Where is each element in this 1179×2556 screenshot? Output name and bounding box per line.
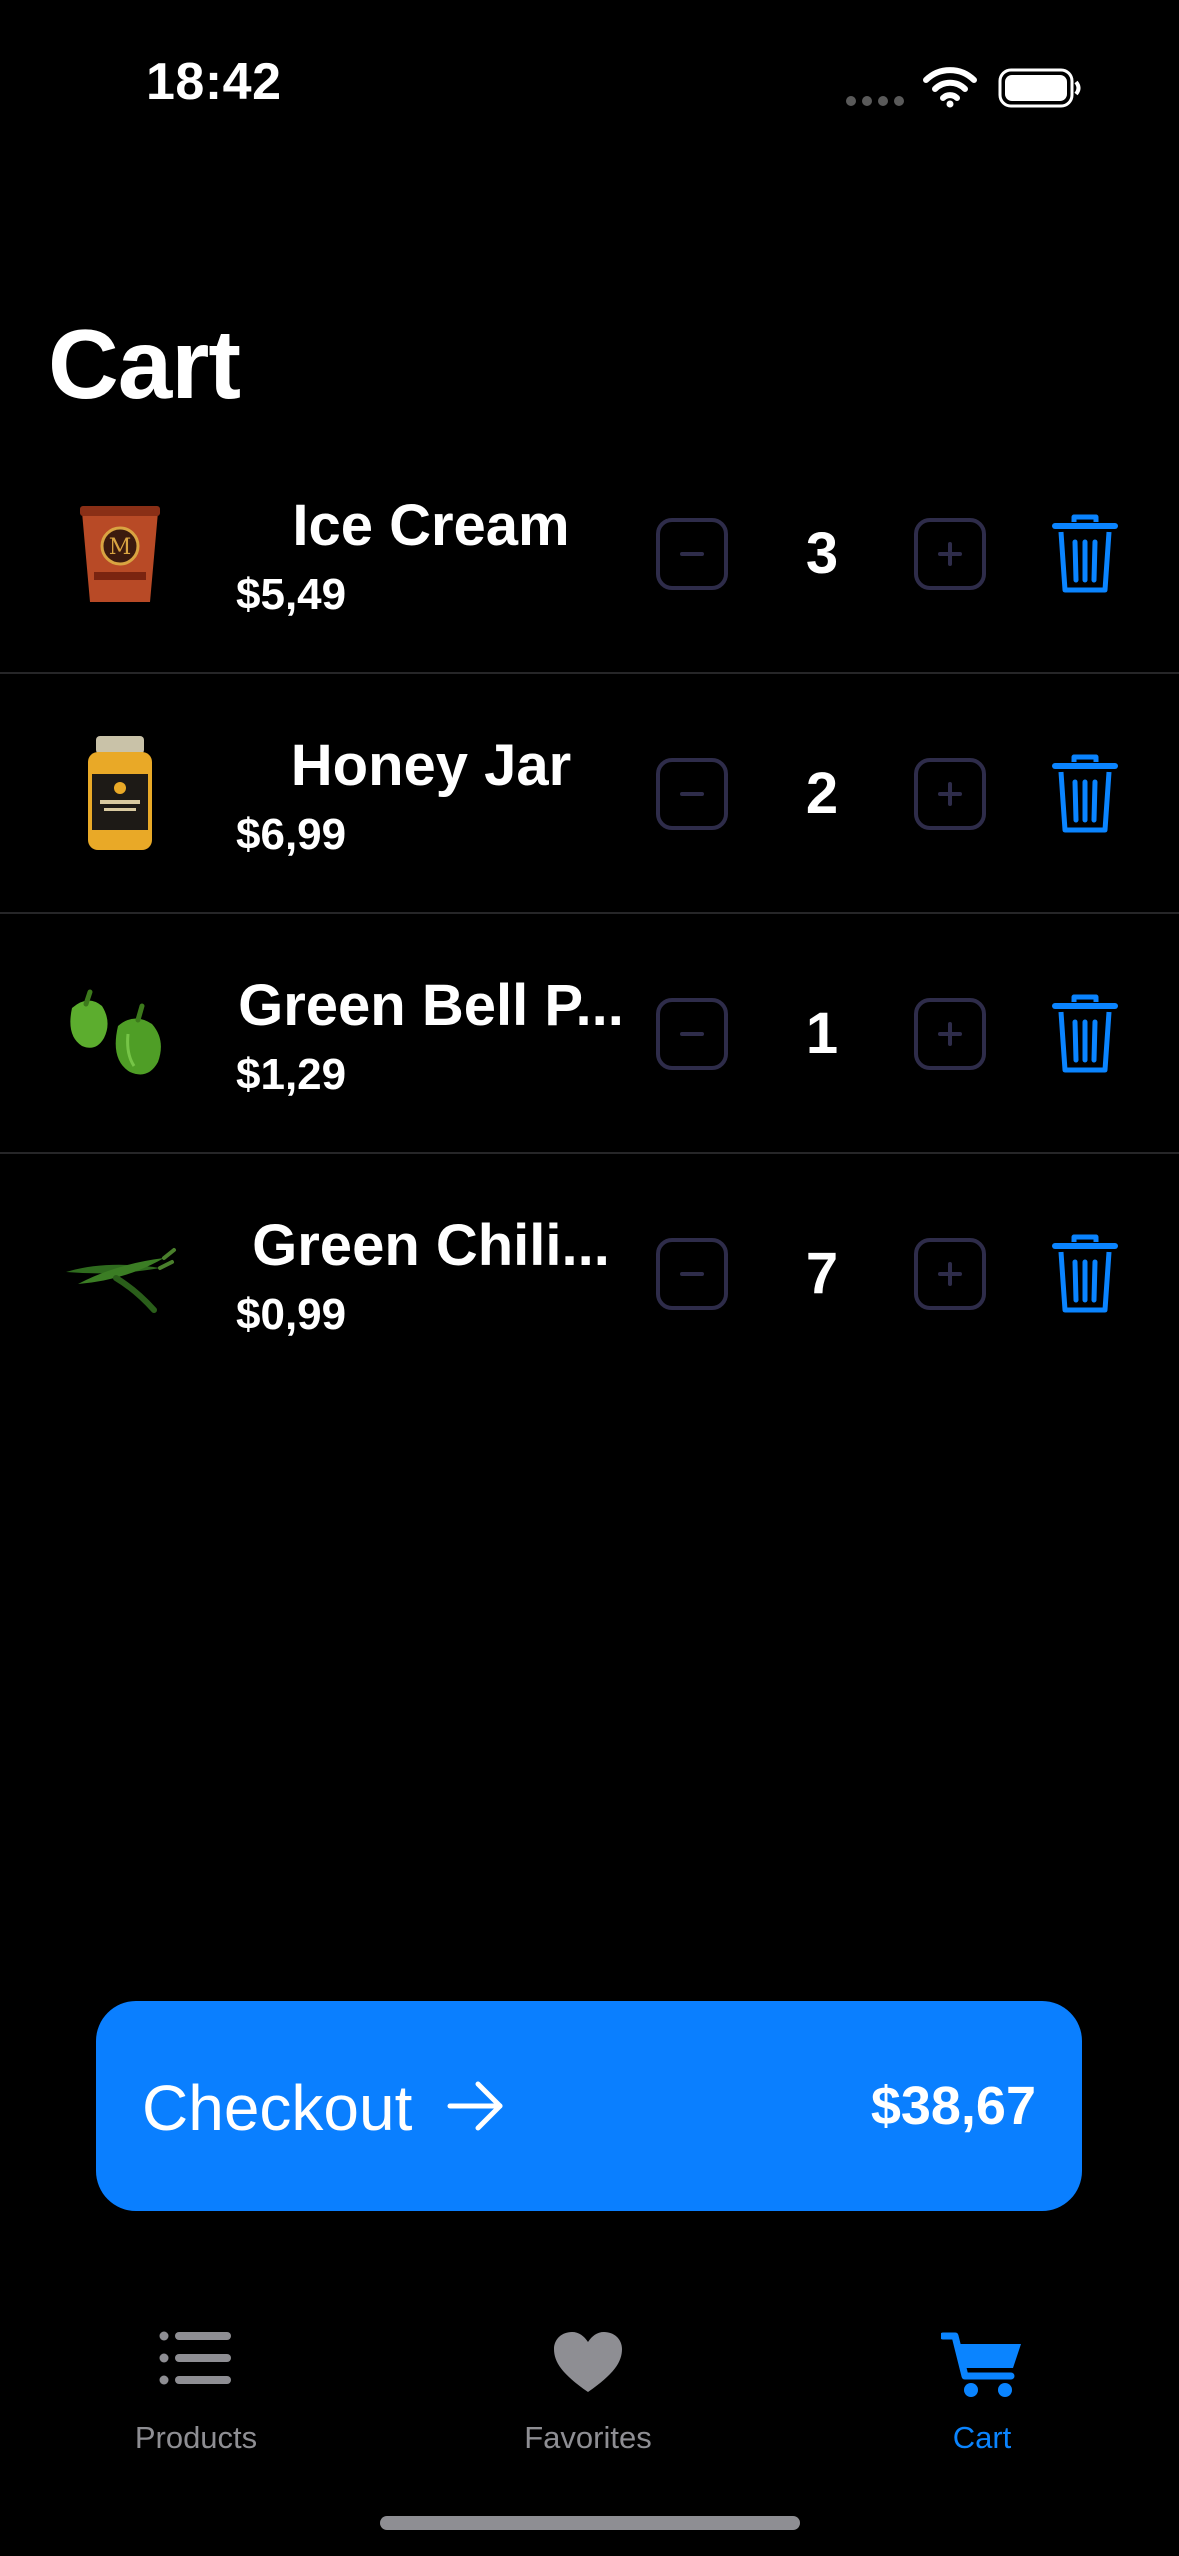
quantity-value: 2 [805,761,839,826]
trash-icon[interactable] [1052,514,1118,594]
decrease-quantity-button[interactable] [656,518,728,590]
increase-quantity-button[interactable] [914,1238,986,1310]
decrease-quantity-button[interactable] [656,998,728,1070]
trash-icon[interactable] [1052,754,1118,834]
list-icon [159,2331,231,2385]
cart-row: Green Bell P... $1,29 1 [0,914,1179,1154]
increase-quantity-button[interactable] [914,518,986,590]
tab-favorites[interactable]: Favorites [438,2320,738,2460]
cart-icon [941,2332,1021,2397]
tab-label: Favorites [524,2420,652,2455]
plus-icon [938,1262,962,1286]
wifi-icon [923,67,977,108]
item-name: Honey Jar [290,733,572,798]
quantity-value: 1 [805,1001,839,1066]
battery-icon [998,68,1081,108]
decrease-quantity-button[interactable] [656,1238,728,1310]
tab-label: Cart [952,2420,1012,2455]
status-time: 18:42 [146,53,282,111]
minus-icon [680,792,704,796]
svg-text:M: M [109,535,132,560]
heart-icon [554,2332,622,2392]
trash-icon[interactable] [1052,994,1118,1074]
quantity-value: 7 [805,1241,839,1306]
plus-icon [938,782,962,806]
minus-icon [680,1032,704,1036]
home-indicator [380,2516,800,2530]
green-bell-pepper-thumbnail [70,989,161,1075]
honey-jar-thumbnail [88,736,152,850]
checkout-total: $38,67 [870,2076,1036,2136]
trash-icon[interactable] [1052,1234,1118,1314]
tab-label: Products [134,2420,258,2455]
ice-cream-thumbnail: M [80,506,160,602]
item-price: $0,99 [236,1290,347,1339]
tab-cart[interactable]: Cart [832,2320,1132,2460]
increase-quantity-button[interactable] [914,758,986,830]
signal-dots-icon [846,96,904,106]
checkout-button[interactable]: Checkout $38,67 [96,2001,1082,2211]
quantity-value: 3 [805,521,839,586]
plus-icon [938,542,962,566]
minus-icon [680,1272,704,1276]
arrow-right-icon [447,2081,503,2131]
plus-icon [938,1022,962,1046]
item-name: Green Chili... [252,1213,610,1278]
item-name: Green Bell P... [238,973,624,1038]
minus-icon [680,552,704,556]
checkout-label: Checkout [142,2072,413,2144]
increase-quantity-button[interactable] [914,998,986,1070]
item-price: $6,99 [236,810,347,859]
tab-products[interactable]: Products [46,2320,346,2460]
green-chili-thumbnail [66,1248,176,1313]
item-name: Ice Cream [292,493,570,558]
cart-row: Green Chili... $0,99 7 [0,1154,1179,1394]
decrease-quantity-button[interactable] [656,758,728,830]
item-price: $5,49 [236,570,347,619]
cart-row: Honey Jar $6,99 2 [0,674,1179,914]
page-title: Cart [48,309,241,419]
cart-list: M Ice Cream $5,49 3 Honey Jar $6,99 2 Gr… [0,434,1179,1394]
cart-row: M Ice Cream $5,49 3 [0,434,1179,674]
item-price: $1,29 [236,1050,347,1099]
